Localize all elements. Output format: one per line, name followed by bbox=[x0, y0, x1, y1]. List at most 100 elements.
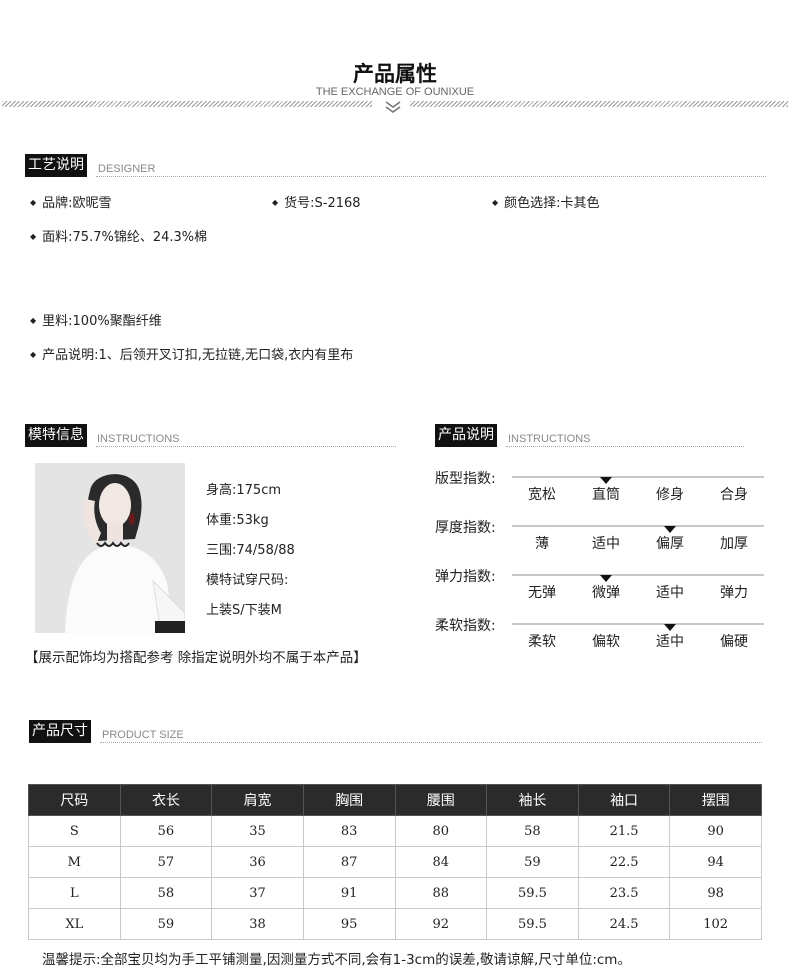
index-selected-marker bbox=[664, 624, 676, 631]
table-row: XL 59 38 95 92 59.5 24.5 102 bbox=[28, 908, 762, 940]
lining-text: 里料:100%聚酯纤维 bbox=[30, 310, 162, 329]
brand-text: 品牌:欧昵雪 bbox=[30, 192, 111, 211]
double-chevron-down-icon bbox=[385, 101, 401, 113]
size-table-header-cell: 尺码 bbox=[28, 784, 121, 816]
size-table-header-cell: 摆围 bbox=[669, 784, 762, 816]
size-table-header-cell: 衣长 bbox=[119, 784, 213, 816]
index-option: 薄 bbox=[535, 536, 549, 552]
item-number-text: 货号:S-2168 bbox=[272, 192, 360, 211]
index-option: 合身 bbox=[720, 487, 748, 503]
size-table-cell: 84 bbox=[394, 846, 488, 878]
size-table-header-cell: 袖长 bbox=[486, 784, 579, 816]
page-subtitle: THE EXCHANGE OF OUNIXUE bbox=[315, 86, 475, 98]
size-table-cell: 59 bbox=[119, 908, 213, 940]
table-row: S 56 35 83 80 58 21.5 90 bbox=[28, 815, 762, 847]
index-option: 修身 bbox=[656, 487, 684, 503]
index-option: 弹力 bbox=[720, 585, 748, 601]
index-option: 宽松 bbox=[528, 487, 556, 503]
size-table: 尺码 衣长 肩宽 胸围 腰围 袖长 袖口 摆围 S 56 35 83 80 58 21.5 90 M 57 36 8… bbox=[28, 784, 762, 940]
section-en-size: PRODUCT SIZE bbox=[102, 729, 184, 741]
size-table-header-cell: 袖口 bbox=[577, 784, 671, 816]
index-option: 适中 bbox=[656, 634, 684, 650]
size-table-cell: 21.5 bbox=[577, 815, 671, 847]
index-option: 偏厚 bbox=[656, 536, 684, 552]
size-table-cell: 57 bbox=[119, 846, 213, 878]
size-table-cell: 56 bbox=[119, 815, 213, 847]
index-option: 无弹 bbox=[528, 585, 556, 601]
size-table-cell: S bbox=[28, 815, 121, 847]
size-table-cell: 91 bbox=[302, 877, 396, 909]
size-table-cell: 24.5 bbox=[577, 908, 671, 940]
model-size-value: 上装S/下装M bbox=[206, 603, 282, 618]
accessory-disclaimer: 【展示配饰均为搭配参考 除指定说明外均不属于本产品】 bbox=[25, 650, 367, 666]
index-scale-bar bbox=[512, 574, 764, 576]
model-measurements: 三围:74/58/88 bbox=[206, 543, 295, 558]
size-table-cell: 58 bbox=[119, 877, 213, 909]
section-divider-model bbox=[96, 446, 396, 447]
index-option: 偏硬 bbox=[720, 634, 748, 650]
size-table-cell: 59.5 bbox=[486, 877, 579, 909]
index-selected-marker bbox=[600, 477, 612, 484]
size-table-cell: 59.5 bbox=[486, 908, 579, 940]
table-row: L 58 37 91 88 59.5 23.5 98 bbox=[28, 877, 762, 909]
index-option: 适中 bbox=[592, 536, 620, 552]
size-table-header-cell: 肩宽 bbox=[211, 784, 304, 816]
index-option: 偏软 bbox=[592, 634, 620, 650]
size-table-cell: 80 bbox=[394, 815, 488, 847]
index-selected-marker bbox=[600, 575, 612, 582]
index-selected-marker bbox=[664, 526, 676, 533]
size-table-cell: 102 bbox=[669, 908, 762, 940]
measurement-tip: 温馨提示:全部宝贝均为手工平铺测量,因测量方式不同,会有1-3cm的误差,敬请谅… bbox=[42, 952, 631, 968]
model-weight: 体重:53kg bbox=[206, 513, 269, 528]
section-divider-product-desc bbox=[506, 446, 744, 447]
size-table-cell: 36 bbox=[211, 846, 304, 878]
product-desc-text: 产品说明:1、后领开叉订扣,无拉链,无口袋,衣内有里布 bbox=[30, 344, 353, 363]
index-option: 适中 bbox=[656, 585, 684, 601]
section-en-craft: DESIGNER bbox=[98, 163, 156, 175]
model-height: 身高:175cm bbox=[206, 483, 282, 498]
section-tag-model: 模特信息 bbox=[25, 424, 87, 447]
size-table-header-cell: 腰围 bbox=[394, 784, 488, 816]
size-table-cell: 94 bbox=[669, 846, 762, 878]
page-title: 产品属性 bbox=[353, 62, 437, 86]
size-table-cell: 37 bbox=[211, 877, 304, 909]
fabric-text: 面料:75.7%锦纶、24.3%棉 bbox=[30, 226, 207, 245]
section-tag-craft: 工艺说明 bbox=[25, 154, 87, 177]
size-table-cell: 58 bbox=[486, 815, 579, 847]
size-table-cell: 23.5 bbox=[577, 877, 671, 909]
model-photo bbox=[35, 463, 185, 633]
index-label: 弹力指数: bbox=[435, 569, 496, 585]
section-tag-size: 产品尺寸 bbox=[29, 720, 91, 743]
section-divider-size bbox=[100, 742, 762, 743]
index-label: 柔软指数: bbox=[435, 618, 496, 634]
size-table-cell: 38 bbox=[211, 908, 304, 940]
section-en-model: INSTRUCTIONS bbox=[97, 433, 180, 445]
index-option: 柔软 bbox=[528, 634, 556, 650]
size-table-cell: 22.5 bbox=[577, 846, 671, 878]
index-option: 微弹 bbox=[592, 585, 620, 601]
index-scale-bar bbox=[512, 623, 764, 625]
size-table-cell: 92 bbox=[394, 908, 488, 940]
index-option: 直筒 bbox=[592, 487, 620, 503]
index-label: 厚度指数: bbox=[435, 520, 496, 536]
table-row: M 57 36 87 84 59 22.5 94 bbox=[28, 846, 762, 878]
index-label: 版型指数: bbox=[435, 471, 496, 487]
size-table-cell: 83 bbox=[302, 815, 396, 847]
size-table-cell: 35 bbox=[211, 815, 304, 847]
size-table-cell: M bbox=[28, 846, 121, 878]
index-option: 加厚 bbox=[720, 536, 748, 552]
size-table-cell: 90 bbox=[669, 815, 762, 847]
size-table-cell: 95 bbox=[302, 908, 396, 940]
size-table-cell: XL bbox=[28, 908, 121, 940]
size-table-header-cell: 胸围 bbox=[302, 784, 396, 816]
section-divider-craft bbox=[96, 176, 766, 177]
index-scale-bar bbox=[512, 525, 764, 527]
size-table-cell: 59 bbox=[486, 846, 579, 878]
size-table-cell: 98 bbox=[669, 877, 762, 909]
size-table-header: 尺码 衣长 肩宽 胸围 腰围 袖长 袖口 摆围 bbox=[28, 784, 762, 816]
model-size-label: 模特试穿尺码: bbox=[206, 573, 289, 588]
color-text: 颜色选择:卡其色 bbox=[492, 192, 599, 211]
size-table-cell: 87 bbox=[302, 846, 396, 878]
hatch-divider-left bbox=[2, 101, 372, 107]
hatch-divider-right bbox=[410, 101, 788, 107]
